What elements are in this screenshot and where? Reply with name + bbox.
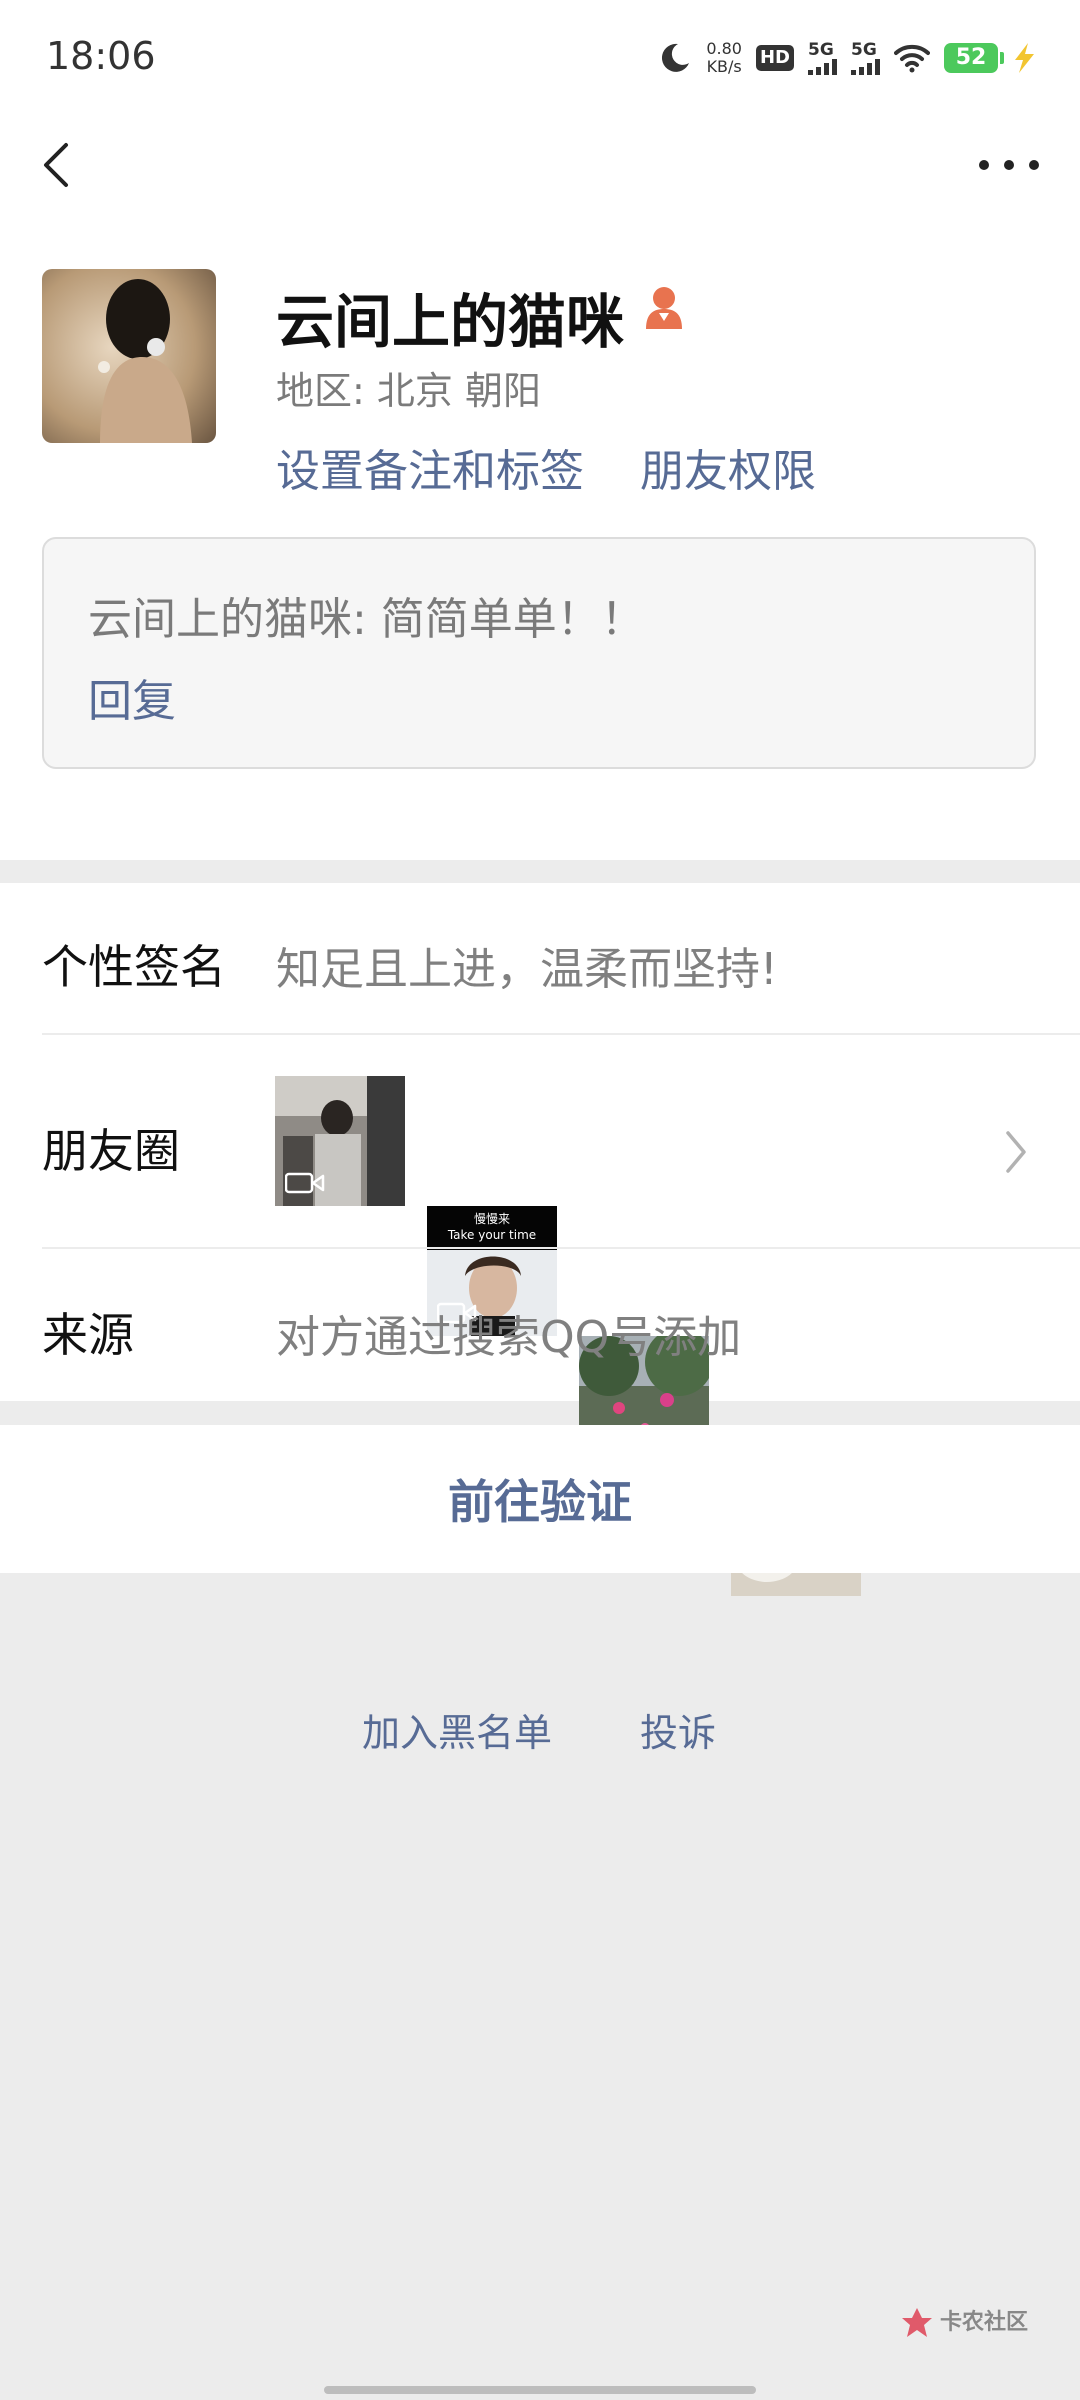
back-button[interactable] — [34, 133, 94, 197]
watermark-logo-icon — [902, 2308, 932, 2337]
do-not-disturb-moon-icon — [662, 43, 690, 72]
moments-label: 朋友圈 — [42, 1124, 180, 1178]
status-time: 18:06 — [46, 34, 156, 78]
moments-row[interactable]: 朋友圈 慢慢来 Take your time — [0, 1035, 1080, 1596]
verify-section: 前往验证 — [0, 1425, 1080, 1573]
back-arrow-icon — [44, 143, 68, 187]
watermark-text: 卡农社区 — [940, 2310, 1029, 2335]
go-verify-button[interactable]: 前往验证 — [0, 1425, 1080, 1573]
more-options-button[interactable] — [974, 145, 1044, 185]
thumbnail-caption: 慢慢来 — [473, 1212, 510, 1226]
reply-link[interactable]: 回复 — [88, 665, 176, 729]
info-section: 个性签名 知足且上进，温柔而坚持! 朋友圈 慢慢来 Take your time… — [0, 883, 1080, 1596]
set-remark-and-tags-link[interactable]: 设置备注和标签 — [276, 435, 584, 499]
watermark: 卡农社区 — [900, 2306, 1028, 2340]
verification-message-card: 云间上的猫咪: 简简单单！！ 回复 — [42, 537, 1036, 769]
home-indicator[interactable] — [324, 2386, 756, 2394]
thumbnail-caption: Take your time — [447, 1228, 537, 1242]
avatar[interactable] — [42, 269, 216, 443]
add-to-blacklist-link[interactable]: 加入黑名单 — [362, 1702, 552, 1757]
nav-bar — [0, 115, 1080, 215]
charging-bolt-icon — [1015, 43, 1034, 73]
more-dots-icon — [979, 160, 1039, 170]
status-icons: 0.80 KB/s HD 5G 5G 52 — [658, 36, 1036, 80]
display-name: 云间上的猫咪 — [276, 288, 625, 356]
sim2-signal-icon: 5G — [851, 41, 880, 75]
region-text: 地区: 北京 朝阳 — [276, 369, 541, 413]
verification-message-text: 云间上的猫咪: 简简单单！！ — [88, 594, 645, 645]
report-link[interactable]: 投诉 — [640, 1702, 716, 1757]
video-icon — [285, 1172, 325, 1194]
avatar-image — [42, 269, 216, 443]
source-value: 对方通过搜索QQ号添加 — [276, 1312, 742, 1363]
hd-voice-icon: HD — [755, 45, 794, 71]
wifi-icon — [894, 44, 930, 73]
signature-label: 个性签名 — [42, 940, 226, 994]
battery-icon: 52 — [944, 43, 1004, 73]
female-gender-icon — [642, 283, 686, 333]
signature-row: 个性签名 知足且上进，温柔而坚持! — [0, 883, 1080, 1033]
friend-permissions-link[interactable]: 朋友权限 — [640, 435, 816, 499]
moments-thumbnail[interactable] — [275, 1076, 405, 1206]
signature-value: 知足且上进，温柔而坚持! — [276, 944, 778, 995]
chevron-right-icon — [1006, 1131, 1026, 1173]
source-label: 来源 — [42, 1308, 134, 1362]
network-speed: 0.80 KB/s — [706, 39, 742, 76]
profile-header: 云间上的猫咪 地区: 北京 朝阳 设置备注和标签 朋友权限 云间上的猫咪: 简简… — [0, 215, 1080, 860]
sim1-signal-icon: 5G — [808, 41, 837, 75]
status-bar: 18:06 0.80 KB/s HD 5G 5G 52 — [0, 0, 1080, 115]
source-row: 来源 对方通过搜索QQ号添加 — [0, 1249, 1080, 1401]
